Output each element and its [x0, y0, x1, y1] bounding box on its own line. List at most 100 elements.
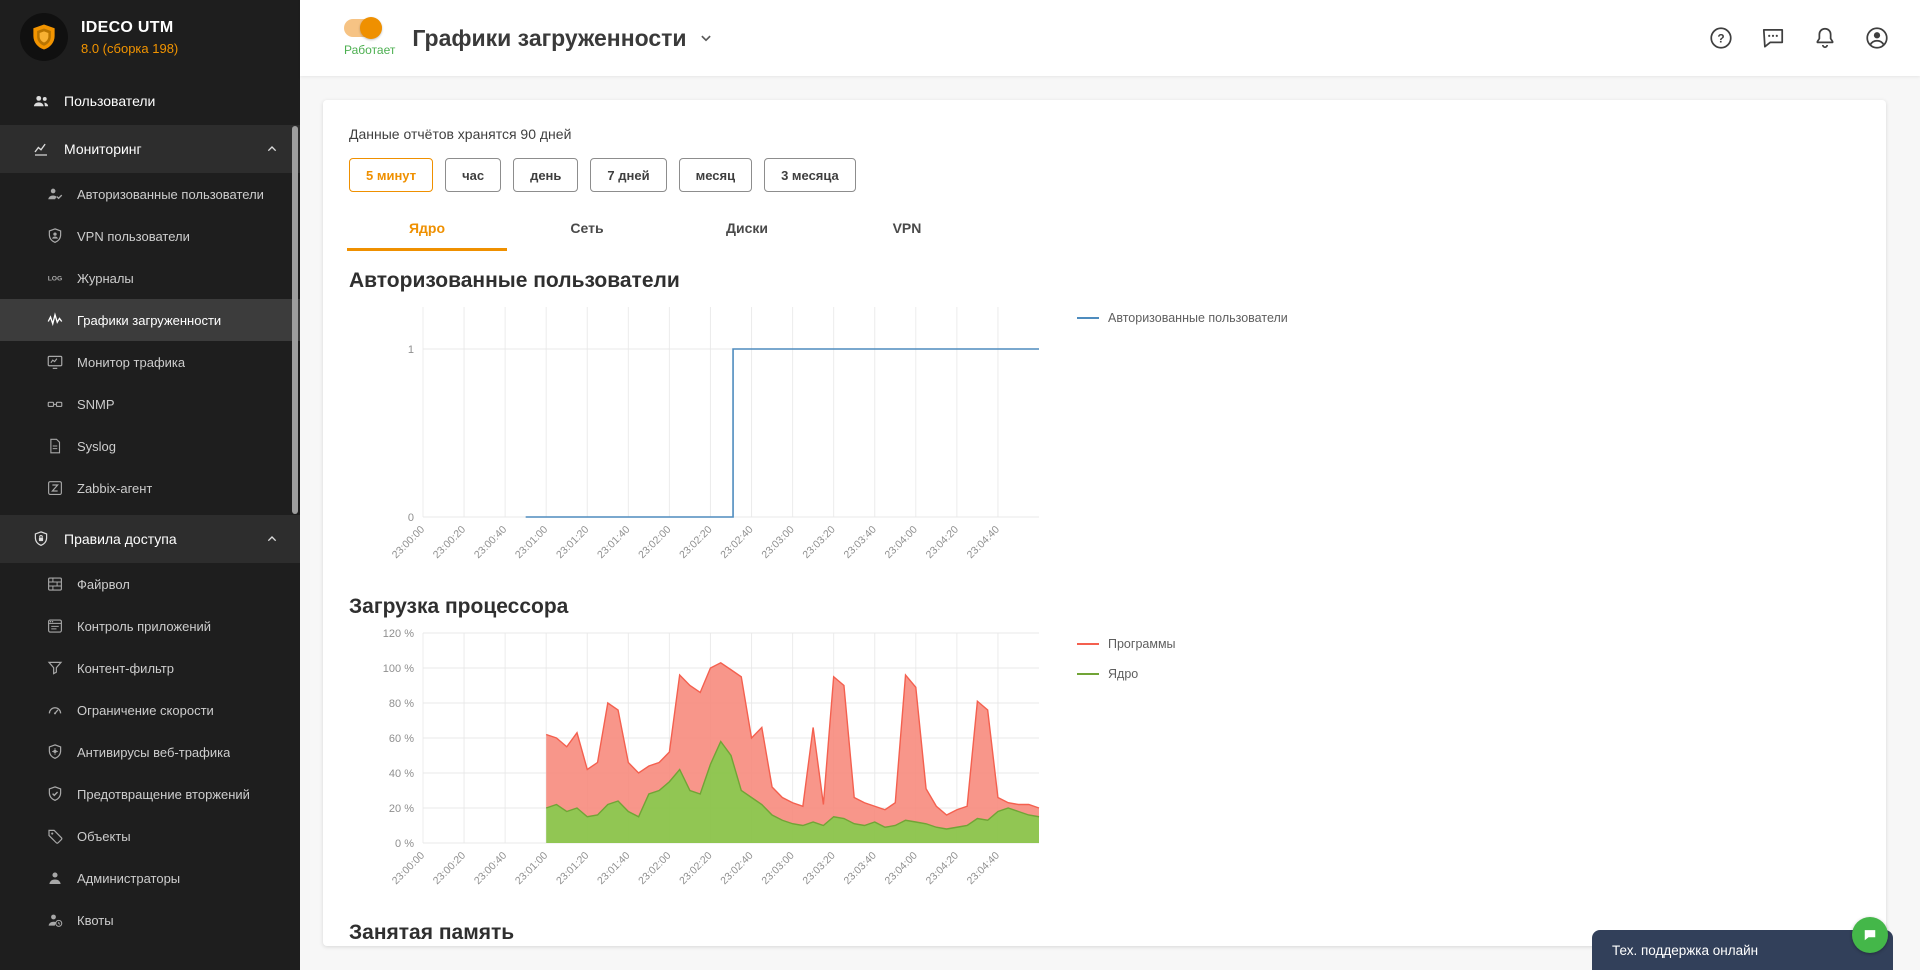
- sidebar-item-load-graphs[interactable]: Графики загруженности: [0, 299, 300, 341]
- svg-text:23:00:00: 23:00:00: [390, 524, 427, 561]
- svg-text:23:02:00: 23:02:00: [636, 850, 673, 887]
- access-rules-icon: [32, 530, 50, 548]
- content-card: Данные отчётов хранятся 90 дней 5 минут ч…: [323, 100, 1886, 946]
- sidebar-item-traffic-monitor[interactable]: Монитор трафика: [0, 341, 300, 383]
- svg-text:23:04:00: 23:04:00: [883, 850, 920, 887]
- notifications-bell-icon[interactable]: [1812, 25, 1838, 51]
- sidebar-item-syslog[interactable]: Syslog: [0, 425, 300, 467]
- sidebar-item-firewall[interactable]: Файрвол: [0, 563, 300, 605]
- cpu-load-chart: 23:00:00 23:00:20 23:00:40 23:01:00 23:01:20…: [383, 628, 1040, 887]
- range-button-3months[interactable]: 3 месяца: [764, 158, 856, 192]
- syslog-icon: [46, 437, 64, 455]
- sidebar-item-admins-label: Администраторы: [77, 870, 181, 886]
- svg-text:23:01:20: 23:01:20: [554, 524, 591, 561]
- range-button-hour[interactable]: час: [445, 158, 502, 192]
- speed-limit-icon: [46, 701, 64, 719]
- range-button-7days[interactable]: 7 дней: [590, 158, 667, 192]
- page-title-dropdown[interactable]: Графики загруженности: [412, 25, 714, 52]
- sidebar-item-zabbix-agent[interactable]: Zabbix-агент: [0, 467, 300, 509]
- legend-swatch-kernel: [1077, 673, 1099, 675]
- svg-text:0: 0: [408, 512, 414, 524]
- service-toggle[interactable]: Работает: [344, 17, 395, 57]
- sidebar-item-logs[interactable]: LOG Журналы: [0, 257, 300, 299]
- sidebar-group-monitoring[interactable]: Мониторинг: [0, 125, 300, 173]
- user-check-icon: [46, 185, 64, 203]
- sidebar-item-app-control[interactable]: Контроль приложений: [0, 605, 300, 647]
- account-icon[interactable]: [1864, 25, 1890, 51]
- admins-icon: [46, 869, 64, 887]
- svg-text:23:00:20: 23:00:20: [431, 524, 468, 561]
- topbar: Работает Графики загруженности ?: [300, 0, 1920, 76]
- chevron-up-icon: [264, 531, 280, 547]
- sidebar-scrollbar-thumb[interactable]: [292, 126, 298, 514]
- sidebar-item-web-antivirus-label: Антивирусы веб-трафика: [77, 744, 231, 760]
- svg-text:23:04:00: 23:04:00: [883, 524, 920, 561]
- sidebar-group-monitoring-label: Мониторинг: [64, 141, 142, 157]
- legend-label: Ядро: [1108, 667, 1139, 681]
- sidebar: IDECO UTM 8.0 (сборка 198) Пользователи М…: [0, 0, 300, 970]
- sidebar-item-content-filter-label: Контент-фильтр: [77, 660, 174, 676]
- sidebar-item-speed-limit[interactable]: Ограничение скорости: [0, 689, 300, 731]
- antivirus-icon: [46, 743, 64, 761]
- firewall-icon: [46, 575, 64, 593]
- section-title-authorized-users: Авторизованные пользователи: [349, 269, 680, 292]
- topbar-icons: ?: [1708, 25, 1890, 51]
- feedback-icon[interactable]: [1760, 25, 1786, 51]
- support-chat-label: Тех. поддержка онлайн: [1612, 942, 1759, 958]
- chat-online-badge[interactable]: [1852, 917, 1888, 953]
- sidebar-item-content-filter[interactable]: Контент-фильтр: [0, 647, 300, 689]
- svg-text:23:02:20: 23:02:20: [677, 524, 714, 561]
- sidebar-item-intrusion-prevention-label: Предотвращение вторжений: [77, 786, 250, 802]
- sidebar-group-access-rules-label: Правила доступа: [64, 531, 177, 547]
- monitoring-icon: [32, 140, 50, 158]
- svg-text:23:02:40: 23:02:40: [718, 850, 755, 887]
- legend-swatch-users: [1077, 317, 1099, 319]
- help-icon[interactable]: ?: [1708, 25, 1734, 51]
- authorized-users-chart-row: 23:00:00 23:00:20 23:00:40 23:01:00 23:01:20…: [323, 299, 1886, 581]
- svg-text:23:03:20: 23:03:20: [800, 524, 837, 561]
- sidebar-item-admins[interactable]: Администраторы: [0, 857, 300, 899]
- objects-icon: [46, 827, 64, 845]
- vpn-user-icon: [46, 227, 64, 245]
- sidebar-item-authorized-users-label: Авторизованные пользователи: [77, 186, 264, 202]
- log-icon: LOG: [46, 269, 64, 287]
- svg-text:40 %: 40 %: [389, 768, 414, 780]
- sidebar-item-authorized-users[interactable]: Авторизованные пользователи: [0, 173, 300, 215]
- svg-text:23:00:40: 23:00:40: [472, 524, 509, 561]
- app-name: IDECO UTM: [81, 18, 174, 36]
- sidebar-item-objects[interactable]: Объекты: [0, 815, 300, 857]
- tab-disks[interactable]: Диски: [667, 208, 827, 251]
- cpu-load-legend: Программы Ядро: [1077, 637, 1176, 697]
- svg-text:120 %: 120 %: [383, 628, 414, 640]
- svg-text:LOG: LOG: [48, 276, 63, 283]
- sidebar-item-logs-label: Журналы: [77, 270, 134, 286]
- legend-label: Программы: [1108, 637, 1176, 651]
- traffic-monitor-icon: [46, 353, 64, 371]
- svg-text:23:04:40: 23:04:40: [965, 524, 1002, 561]
- toggle-knob[interactable]: [360, 17, 382, 39]
- toggle-track[interactable]: [344, 17, 382, 39]
- svg-text:23:01:40: 23:01:40: [595, 524, 632, 561]
- sidebar-item-vpn-users[interactable]: VPN пользователи: [0, 215, 300, 257]
- range-button-5min[interactable]: 5 минут: [349, 158, 434, 192]
- authorized-users-chart: 23:00:00 23:00:20 23:00:40 23:01:00 23:01:20…: [390, 307, 1039, 561]
- sidebar-group-access-rules[interactable]: Правила доступа: [0, 515, 300, 563]
- sidebar-item-traffic-monitor-label: Монитор трафика: [77, 354, 186, 370]
- range-button-month[interactable]: месяц: [678, 158, 753, 192]
- svg-text:23:00:20: 23:00:20: [431, 850, 468, 887]
- sidebar-item-intrusion-prevention[interactable]: Предотвращение вторжений: [0, 773, 300, 815]
- sidebar-item-web-antivirus[interactable]: Антивирусы веб-трафика: [0, 731, 300, 773]
- sidebar-item-users[interactable]: Пользователи: [0, 77, 300, 125]
- support-chat-widget[interactable]: Тех. поддержка онлайн: [1592, 917, 1893, 970]
- app-logo[interactable]: IDECO UTM 8.0 (сборка 198): [0, 0, 300, 77]
- sidebar-item-snmp[interactable]: SNMP: [0, 383, 300, 425]
- range-button-day[interactable]: день: [513, 158, 579, 192]
- sidebar-item-quotas[interactable]: Квоты: [0, 899, 300, 941]
- svg-text:23:01:00: 23:01:00: [513, 850, 550, 887]
- users-icon: [32, 92, 50, 110]
- tab-vpn[interactable]: VPN: [827, 208, 987, 251]
- legend-item: Ядро: [1077, 667, 1176, 681]
- tab-kernel[interactable]: Ядро: [347, 208, 507, 251]
- tab-network[interactable]: Сеть: [507, 208, 667, 251]
- sidebar-item-snmp-label: SNMP: [77, 396, 115, 412]
